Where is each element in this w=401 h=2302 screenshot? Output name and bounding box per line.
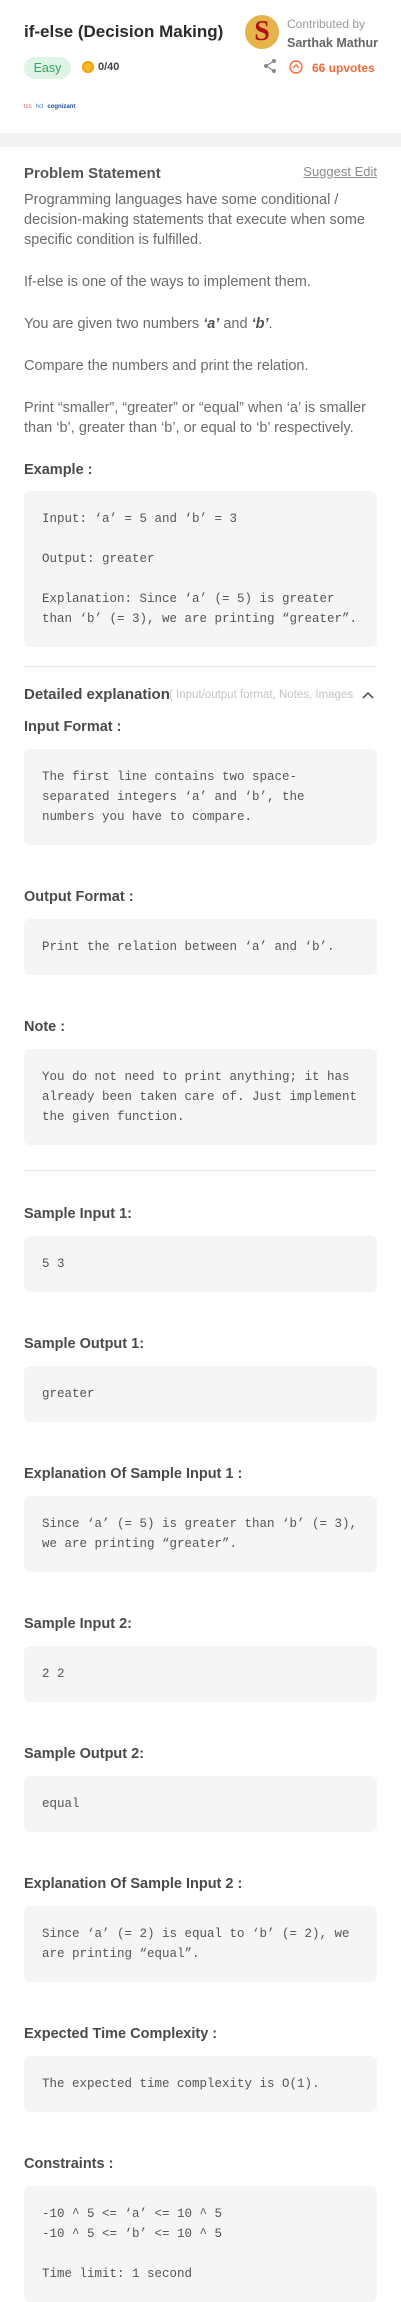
sample-output-2-label: Sample Output 2: [24,1746,145,1762]
constraints-label: Constraints : [24,2156,114,2172]
coin-icon [82,61,94,73]
problem-title: if-else (Decision Making) [24,22,224,41]
upvote-count[interactable]: 66 upvotes [312,61,375,75]
detailed-explanation-title: Detailed explanation [24,686,170,703]
output-format-label: Output Format : [24,889,134,905]
sample-output-1-box: greater [24,1366,377,1422]
difficulty-badge: Easy [24,57,71,79]
score-value: 0/40 [98,61,120,73]
statement-paragraph-2: If-else is one of the ways to implement … [24,274,311,290]
sample-input-1-box: 5 3 [24,1236,377,1292]
company-logo-3: cognizant [47,104,76,110]
upvote-icon[interactable] [289,60,303,74]
statement-paragraph-3: You are given two numbers ‘a’ and ‘b’. [24,314,377,334]
suggest-edit-link[interactable]: Suggest Edit [303,164,377,179]
company-tags: tcs hcl cognizant [24,103,75,111]
detailed-explanation-toggle[interactable]: Detailed explanation ( Input/output form… [24,684,377,708]
statement-paragraph-4: Compare the numbers and print the relati… [24,358,309,374]
sample-output-2-box: equal [24,1776,377,1832]
p3-prefix: You are given two numbers [24,316,204,332]
explanation-1-label: Explanation Of Sample Input 1 : [24,1466,243,1482]
constraints-box: -10 ^ 5 <= ‘a’ <= 10 ^ 5 -10 ^ 5 <= ‘b’ … [24,2186,377,2302]
sample-input-2-label: Sample Input 2: [24,1616,132,1632]
company-logo-1: tcs [24,104,32,110]
p3-and: and [219,316,252,332]
statement-paragraph-1: Programming languages have some conditio… [24,192,365,248]
chevron-up-icon[interactable] [361,690,375,700]
company-logo-2: hcl [35,104,44,110]
problem-content: Problem Statement Suggest Edit Programmi… [0,147,401,2302]
note-box: You do not need to print anything; it ha… [24,1049,377,1145]
example-label: Example : [24,462,93,478]
problem-header: if-else (Decision Making) Easy 0/40 tcs … [0,0,401,133]
section-divider [0,133,401,147]
contributor-name[interactable]: Sarthak Mathur [287,36,378,50]
sample-input-2-box: 2 2 [24,1646,377,1702]
output-format-box: Print the relation between ‘a’ and ‘b’. [24,919,377,975]
note-label: Note : [24,1019,66,1035]
input-format-box: The first line contains two space-separa… [24,749,377,845]
score-indicator: 0/40 [82,61,119,73]
explanation-2-box: Since ‘a’ (= 2) is equal to ‘b’ (= 2), w… [24,1906,377,1982]
time-complexity-label: Expected Time Complexity : [24,2026,218,2042]
p3-suffix: . [268,316,273,332]
explanation-1-box: Since ‘a’ (= 5) is greater than ‘b’ (= 3… [24,1496,377,1572]
explanation-2-label: Explanation Of Sample Input 2 : [24,1876,243,1892]
contributed-by-label: Contributed by [287,17,366,31]
detailed-explanation-hint: ( Input/output format, Notes, Images ) [169,689,354,701]
problem-statement-title: Problem Statement [24,165,161,182]
detail-sections: Input Format : The first line contains t… [24,708,377,2302]
var-a: ‘a’ [203,316,220,332]
contributor-avatar[interactable]: S [245,15,279,49]
sample-input-1-label: Sample Input 1: [24,1206,132,1222]
example-code-box: Input: ‘a’ = 5 and ‘b’ = 3 Output: great… [24,491,377,647]
var-b: ‘b’ [251,316,269,332]
statement-paragraph-5: Print “smaller”, “greater” or “equal” wh… [24,400,366,436]
input-format-label: Input Format : [24,719,122,735]
problem-statement-header: Problem Statement Suggest Edit [24,147,377,187]
time-complexity-box: The expected time complexity is O(1). [24,2056,377,2112]
share-icon[interactable] [262,58,278,74]
sample-output-1-label: Sample Output 1: [24,1336,145,1352]
